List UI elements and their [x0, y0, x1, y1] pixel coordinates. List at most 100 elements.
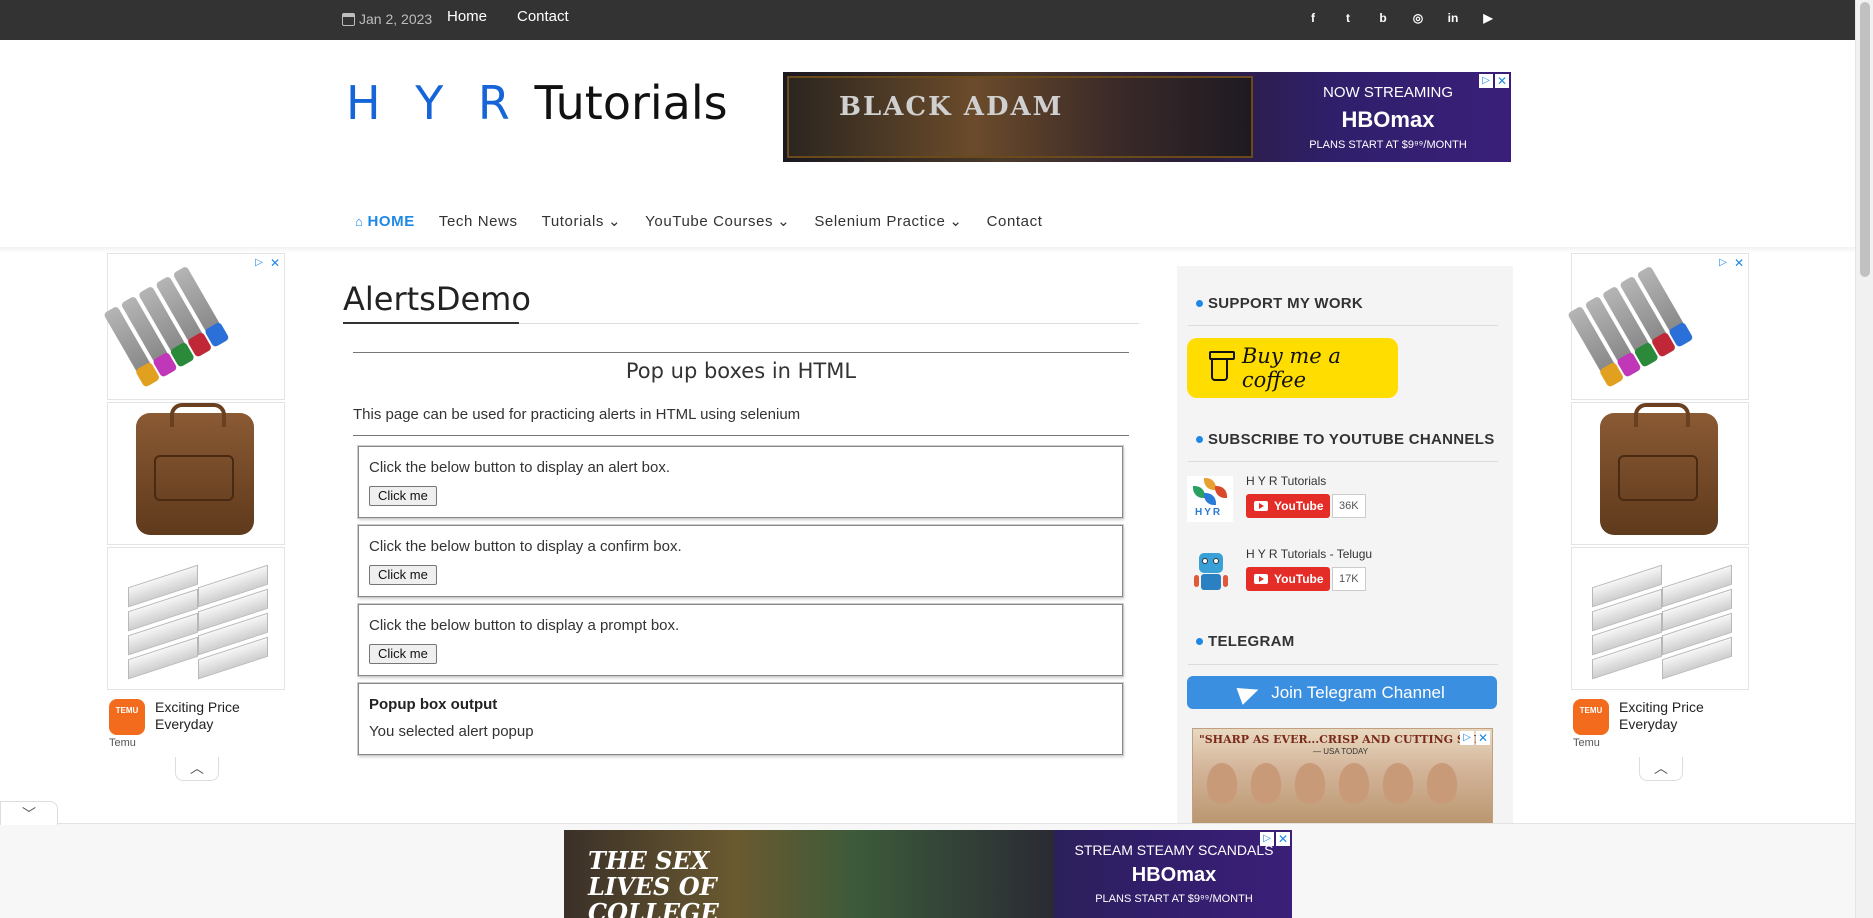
channel-avatar[interactable]: HYR: [1187, 476, 1233, 522]
collapse-ad-button[interactable]: ︿: [1639, 757, 1683, 781]
adchoices-icon[interactable]: ▷: [1260, 832, 1274, 846]
magnet-tiles-image: [1592, 556, 1732, 680]
product-image-bag[interactable]: [1571, 402, 1749, 545]
ad-show-title: THE SEX LIVES OF COLLEGE GIRLS: [588, 846, 719, 918]
nav-label: Contact: [986, 212, 1043, 230]
temu-logo: TEMU: [109, 699, 145, 735]
youtube-icon[interactable]: ▶: [1480, 10, 1496, 26]
channel-avatar[interactable]: [1187, 549, 1233, 595]
coffee-cup-icon: [1209, 351, 1235, 381]
intro-text: This page can be used for practicing ale…: [353, 406, 801, 423]
telegram-button-label: Join Telegram Channel: [1271, 682, 1445, 702]
linkedin-icon[interactable]: in: [1445, 10, 1461, 26]
nav-item-selenium-practice[interactable]: Selenium Practice ⌄: [814, 212, 963, 231]
prompt-instruction: Click the below button to display a prom…: [369, 617, 680, 634]
widget-divider: [1188, 664, 1498, 665]
logo-hyr: H Y R: [346, 76, 520, 130]
ad-line-3: PLANS START AT $9⁹⁹/MONTH: [1095, 893, 1253, 905]
widget-title-text: SUPPORT MY WORK: [1208, 295, 1364, 312]
widget-title-text: TELEGRAM: [1208, 633, 1295, 650]
ad-close-icon[interactable]: ✕: [1495, 74, 1509, 88]
bag-image: [1600, 403, 1718, 535]
product-image-bits[interactable]: ▷ ✕: [1567, 253, 1749, 400]
nav-item-tech-news[interactable]: Tech News: [439, 212, 518, 230]
telegram-icon: [1236, 680, 1262, 705]
facebook-icon[interactable]: f: [1305, 10, 1321, 26]
top-link-home[interactable]: Home: [447, 8, 487, 25]
product-image-tiles[interactable]: [107, 547, 285, 690]
ad-brand: Temu: [109, 737, 136, 749]
sidebar-ad[interactable]: "SHARP AS EVER...CRISP AND CUTTING SAT —…: [1192, 728, 1493, 828]
top-link-contact[interactable]: Contact: [517, 8, 569, 25]
product-image-bits[interactable]: ▷ ✕: [103, 253, 285, 400]
twitter-icon[interactable]: t: [1340, 10, 1356, 26]
nav-item-youtube-courses[interactable]: YouTube Courses ⌄: [645, 212, 790, 231]
youtube-subscribe-button[interactable]: YouTube: [1246, 567, 1330, 591]
right-side-ad[interactable]: ▷ ✕ TEMU Exciting Price Everyday Temu ︿: [1567, 253, 1751, 781]
top-banner-ad[interactable]: BLACK ADAM NOW STREAMING HBOmax PLANS ST…: [783, 72, 1511, 162]
output-value: You selected alert popup: [369, 723, 534, 740]
adchoices-icon[interactable]: ▷: [252, 256, 266, 270]
temu-logo: TEMU: [1573, 699, 1609, 735]
bottom-banner-ad[interactable]: THE SEX LIVES OF COLLEGE GIRLS STREAM ST…: [564, 830, 1292, 918]
ad-text: NOW STREAMING HBOmax PLANS START AT $9⁹⁹…: [1283, 84, 1493, 151]
blogger-icon[interactable]: b: [1375, 10, 1391, 26]
adchoices-icon[interactable]: ▷: [1716, 256, 1730, 270]
ad-close-icon[interactable]: ✕: [268, 256, 282, 270]
buy-me-a-coffee-button[interactable]: Buy me a coffee: [1187, 338, 1398, 398]
bullet-icon: [1196, 300, 1203, 307]
chevron-down-icon: ⌄: [608, 213, 622, 230]
ad-movie-title: BLACK ADAM: [839, 92, 1064, 122]
nav-label: Selenium Practice: [814, 212, 946, 230]
screwdriver-bits-image: [1567, 265, 1693, 388]
instagram-icon[interactable]: ◎: [1410, 10, 1426, 26]
date-text: Jan 2, 2023: [359, 11, 433, 27]
collapse-bottom-ad-button[interactable]: ﹀: [0, 801, 58, 825]
output-heading: Popup box output: [369, 696, 498, 713]
nav-item-home[interactable]: ⌂ HOME: [355, 212, 415, 230]
logo-tutorials: Tutorials: [519, 76, 728, 130]
main-nav: ⌂ HOME Tech News Tutorials ⌄ YouTube Cou…: [355, 212, 1066, 231]
adchoices-icon[interactable]: ▷: [1479, 74, 1493, 88]
widget-title-text: SUBSCRIBE TO YOUTUBE CHANNELS: [1208, 431, 1495, 448]
prompt-button[interactable]: Click me: [369, 644, 437, 664]
scrollbar-thumb[interactable]: [1860, 2, 1870, 277]
subscriber-count: 36K: [1332, 494, 1366, 518]
magnet-tiles-image: [128, 556, 268, 680]
ad-source: — USA TODAY: [1313, 747, 1369, 756]
collapse-ad-button[interactable]: ︿: [175, 757, 219, 781]
product-image-tiles[interactable]: [1571, 547, 1749, 690]
ad-close-icon[interactable]: ✕: [1476, 731, 1490, 745]
adchoices-icon[interactable]: ▷: [1460, 731, 1474, 745]
ad-footer[interactable]: TEMU Exciting Price Everyday Temu: [107, 693, 287, 751]
nav-label: YouTube Courses: [645, 212, 774, 230]
youtube-button-label: YouTube: [1274, 499, 1324, 513]
alert-button[interactable]: Click me: [369, 486, 437, 506]
bullet-icon: [1196, 638, 1203, 645]
ad-close-icon[interactable]: ✕: [1276, 832, 1290, 846]
widget-divider: [1188, 461, 1498, 462]
site-logo[interactable]: H Y R Tutorials: [346, 76, 728, 130]
ad-quote: "SHARP AS EVER...CRISP AND CUTTING SAT: [1199, 733, 1481, 746]
widget-divider: [1188, 325, 1498, 326]
ad-line-1: STREAM STEAMY SCANDALS: [1074, 842, 1274, 858]
social-links: f t b ◎ in ▶: [1305, 10, 1496, 26]
ad-close-icon[interactable]: ✕: [1732, 256, 1746, 270]
chevron-down-icon: ⌄: [949, 213, 963, 230]
nav-item-tutorials[interactable]: Tutorials ⌄: [542, 212, 622, 231]
alert-instruction: Click the below button to display an ale…: [369, 459, 671, 476]
channel-name: H Y R Tutorials - Telugu: [1246, 547, 1373, 561]
section-heading: Pop up boxes in HTML: [625, 359, 857, 383]
page-scrollbar[interactable]: [1855, 0, 1873, 918]
product-image-bag[interactable]: [107, 402, 285, 545]
confirm-instruction: Click the below button to display a conf…: [369, 538, 682, 555]
nav-label: HOME: [367, 212, 415, 230]
nav-item-contact[interactable]: Contact: [987, 212, 1043, 230]
ad-footer[interactable]: TEMU Exciting Price Everyday Temu: [1571, 693, 1751, 751]
youtube-channel-row: H Y R Tutorials - Telugu YouTube 17K: [1187, 547, 1497, 605]
confirm-button[interactable]: Click me: [369, 565, 437, 585]
left-side-ad[interactable]: ▷ ✕ TEMU Exciting Price Everyday Temu ︿: [103, 253, 287, 781]
ad-line-2: HBOmax: [1341, 107, 1435, 132]
join-telegram-button[interactable]: Join Telegram Channel: [1187, 676, 1497, 709]
youtube-subscribe-button[interactable]: YouTube: [1246, 494, 1330, 518]
